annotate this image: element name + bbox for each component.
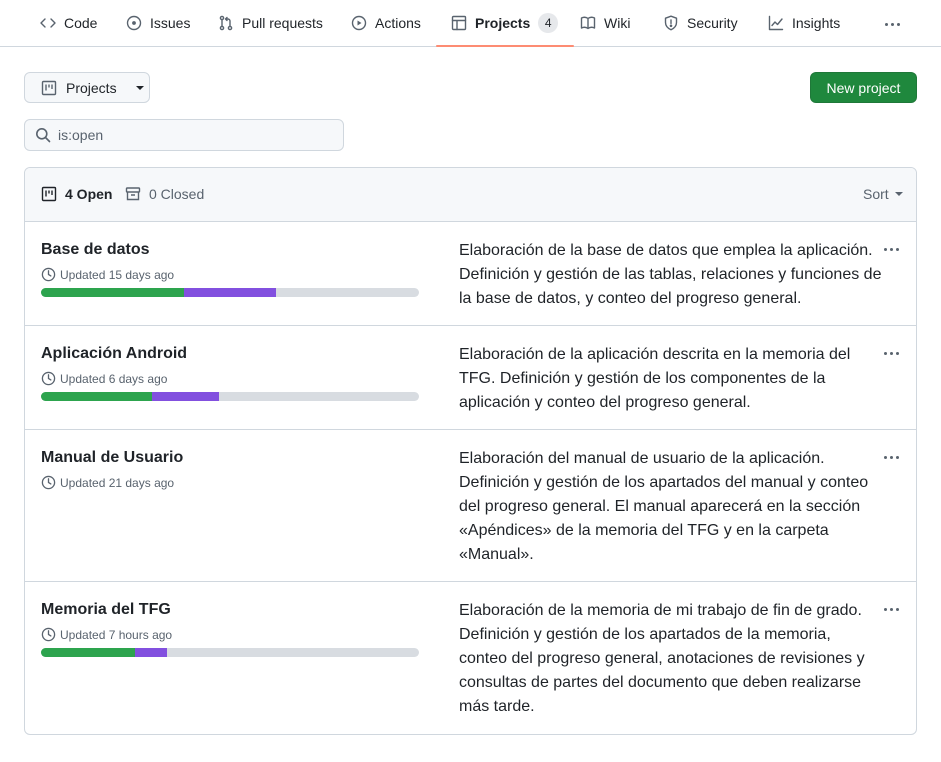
tab-label: Wiki	[604, 15, 631, 31]
search-input[interactable]	[58, 127, 338, 143]
search-icon	[36, 128, 51, 143]
kebab-horizontal-icon[interactable]	[882, 599, 902, 619]
clock-icon	[41, 267, 56, 282]
archive-icon	[125, 187, 141, 201]
project-description: Elaboración de la aplicación descrita en…	[459, 346, 851, 411]
closed-count-label: 0 Closed	[149, 186, 205, 202]
caret-down-icon	[894, 192, 903, 196]
kebab-horizontal-icon[interactable]	[882, 447, 902, 467]
progress-in-progress-segment	[135, 648, 167, 657]
kebab-horizontal-icon[interactable]	[883, 14, 903, 34]
clock-icon	[41, 371, 56, 386]
closed-projects-filter[interactable]: 0 Closed	[125, 186, 204, 202]
tab-label: Actions	[375, 15, 421, 31]
projects-count-badge: 4	[538, 13, 559, 33]
tab-label: Issues	[150, 15, 191, 31]
open-count-label: 4 Open	[65, 186, 113, 202]
project-board-icon	[41, 186, 57, 202]
tab-actions[interactable]: Actions	[351, 0, 421, 46]
repo-tab-nav: Code Issues Pull requests Actions Projec…	[0, 0, 941, 47]
project-updated: Updated 15 days ago	[41, 267, 174, 282]
project-row: Aplicación Android Updated 6 days ago El…	[25, 326, 916, 430]
progress-done-segment	[41, 288, 184, 297]
tab-label: Security	[687, 15, 738, 31]
project-description: Elaboración de la base de datos que empl…	[459, 242, 882, 307]
caret-down-icon	[135, 85, 144, 90]
clock-icon	[41, 627, 56, 642]
project-title-link[interactable]: Aplicación Android	[41, 345, 187, 363]
updated-label: Updated 21 days ago	[60, 475, 175, 490]
projects-type-dropdown[interactable]: Projects	[24, 72, 150, 103]
project-title-link[interactable]: Memoria del TFG	[41, 601, 171, 619]
tab-label: Code	[64, 15, 98, 31]
progress-done-segment	[41, 648, 136, 657]
project-title-link[interactable]: Manual de Usuario	[41, 449, 183, 467]
project-updated: Updated 7 hours ago	[41, 627, 172, 642]
updated-label: Updated 6 days ago	[60, 371, 168, 386]
kebab-horizontal-icon[interactable]	[882, 239, 902, 259]
updated-label: Updated 15 days ago	[60, 267, 175, 282]
project-title-link[interactable]: Base de datos	[41, 241, 149, 259]
project-board-icon	[41, 80, 57, 95]
projects-list-header: 4 Open 0 Closed Sort	[25, 168, 916, 222]
project-updated: Updated 6 days ago	[41, 371, 167, 386]
tab-security[interactable]: Security	[663, 0, 738, 46]
table-icon	[451, 15, 467, 31]
kebab-horizontal-icon[interactable]	[882, 343, 902, 363]
project-progress-bar	[41, 648, 419, 657]
code-icon	[40, 18, 56, 28]
graph-icon	[768, 15, 784, 31]
tab-label: Projects	[475, 15, 531, 31]
project-progress-bar	[41, 392, 419, 401]
progress-in-progress-segment	[183, 288, 277, 297]
project-row: Memoria del TFG Updated 7 hours ago Elab…	[25, 582, 916, 734]
tab-label: Insights	[792, 15, 841, 31]
progress-in-progress-segment	[152, 392, 220, 401]
progress-done-segment	[41, 392, 153, 401]
clock-icon	[41, 475, 56, 490]
tab-issues[interactable]: Issues	[126, 0, 190, 46]
sort-dropdown[interactable]: Sort	[863, 186, 903, 202]
play-icon	[351, 15, 367, 31]
project-updated: Updated 21 days ago	[41, 475, 174, 490]
tab-label: Pull requests	[242, 15, 323, 31]
tab-wiki[interactable]: Wiki	[580, 0, 630, 46]
book-icon	[580, 16, 596, 30]
project-description: Elaboración de la memoria de mi trabajo …	[459, 602, 865, 715]
open-projects-filter[interactable]: 4 Open	[41, 186, 112, 202]
shield-icon	[664, 15, 678, 31]
sort-label: Sort	[863, 186, 889, 202]
tab-pull-requests[interactable]: Pull requests	[218, 0, 323, 46]
updated-label: Updated 7 hours ago	[60, 627, 173, 642]
new-project-button[interactable]: New project	[810, 72, 917, 103]
tab-code[interactable]: Code	[40, 0, 97, 46]
projects-list: 4 Open 0 Closed Sort Base de datos Updat…	[24, 167, 917, 735]
project-search	[24, 119, 344, 151]
project-row: Manual de Usuario Updated 21 days ago El…	[25, 430, 916, 582]
project-progress-bar	[41, 288, 419, 297]
project-row: Base de datos Updated 15 days ago Elabor…	[25, 222, 916, 326]
tab-insights[interactable]: Insights	[768, 0, 840, 46]
projects-dropdown-label: Projects	[66, 79, 117, 96]
tab-projects[interactable]: Projects 4	[435, 0, 575, 47]
issue-opened-icon	[126, 15, 142, 31]
git-pull-request-icon	[219, 15, 233, 31]
project-description: Elaboración del manual de usuario de la …	[459, 450, 869, 563]
